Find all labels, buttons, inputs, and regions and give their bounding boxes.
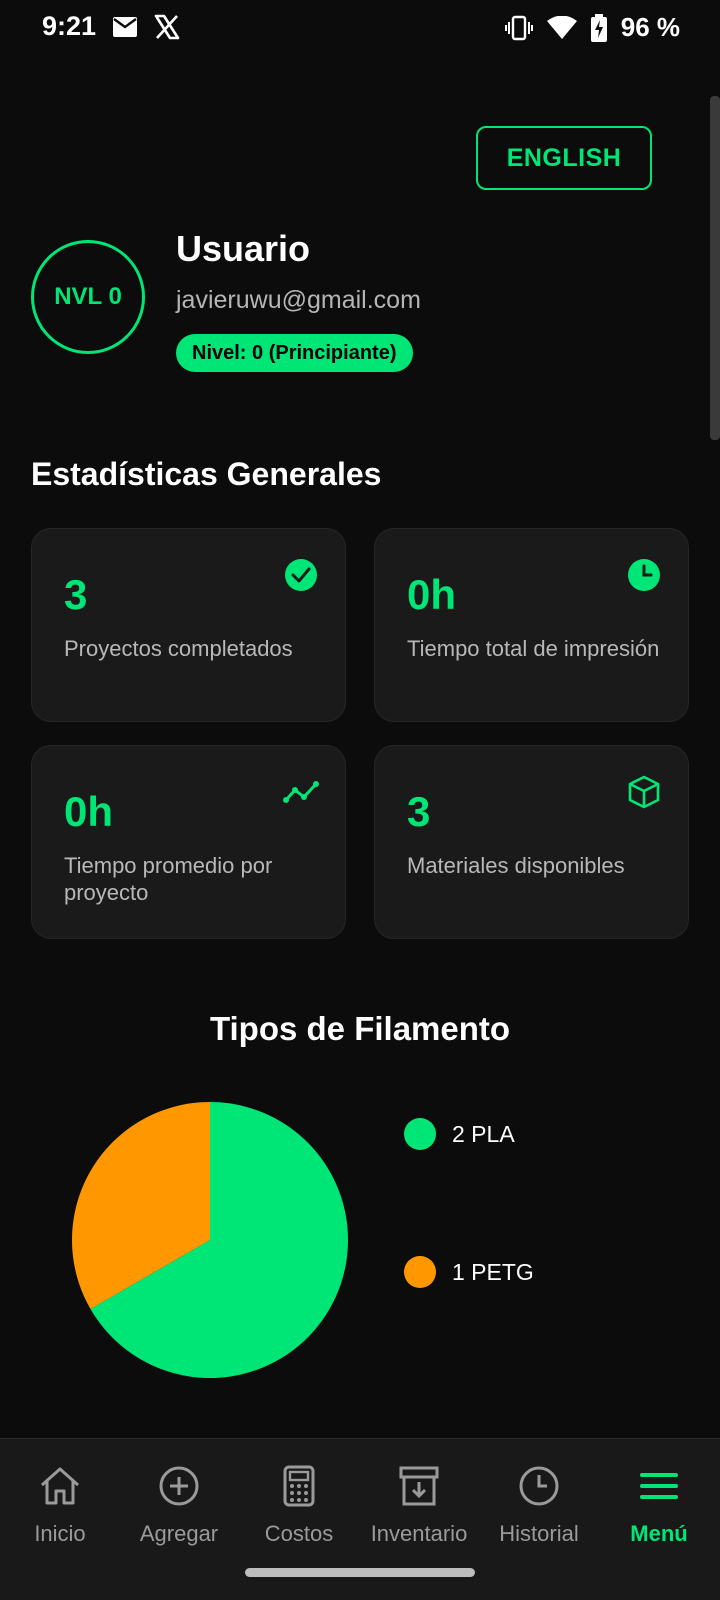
nav-item-inicio[interactable]: Inicio [0,1461,120,1571]
user-name: Usuario [176,228,311,269]
battery-percent: 96 % [620,12,680,42]
nav-label: Inventario [370,1521,468,1546]
stat-label: Tiempo promedio por proyecto [64,853,273,905]
nav-item-agregar[interactable]: Agregar [119,1461,239,1571]
stat-value: 0h [64,788,114,835]
stat-card-print-time: 0h Tiempo total de impresión [374,528,689,722]
legend-item-pla: 2 PLA [404,1118,515,1150]
nav-item-menu[interactable]: Menú [599,1461,719,1571]
filament-pie-chart [72,1102,348,1378]
calculator-icon [283,1465,315,1507]
stats-section-title: Estadísticas Generales [31,456,382,492]
nav-item-inventario[interactable]: Inventario [359,1461,479,1571]
wifi-icon [546,15,577,39]
nav-label: Inicio [34,1521,86,1546]
level-badge: Nivel: 0 (Principiante) [176,334,413,372]
nav-label: Menú [630,1521,688,1546]
language-button[interactable]: ENGLISH [476,126,652,190]
stat-value: 3 [64,571,88,618]
status-time: 9:21 [42,11,97,41]
level-ring: NVL 0 [31,240,145,354]
legend-dot-petg [404,1256,436,1288]
status-bar: 9:21 96 % [0,0,720,56]
archive-icon [399,1466,439,1506]
user-email: javieruwu@gmail.com [176,286,421,314]
legend-dot-pla [404,1118,436,1150]
stat-value: 0h [407,571,457,618]
stat-label: Tiempo total de impresión [407,636,660,661]
nav-item-historial[interactable]: Historial [479,1461,599,1571]
stat-card-average-time: 0h Tiempo promedio por proyecto [31,745,346,939]
scrollbar-thumb[interactable] [710,96,720,440]
battery-charging-icon [590,13,607,42]
mail-icon [113,17,137,37]
cube-icon [628,775,660,809]
nav-label: Historial [499,1521,579,1546]
menu-icon [640,1473,678,1499]
add-circle-icon [159,1466,199,1506]
stat-card-materials: 3 Materiales disponibles [374,745,689,939]
legend-label: 1 PETG [452,1258,534,1285]
nav-item-costos[interactable]: Costos [239,1461,359,1571]
legend-label: 2 PLA [452,1120,515,1147]
home-icon [41,1467,79,1505]
trend-line-icon [283,781,319,803]
clock-icon [628,559,660,591]
x-icon [154,14,180,40]
stat-card-projects: 3 Proyectos completados [31,528,346,722]
home-indicator[interactable] [245,1568,475,1577]
history-clock-icon [519,1466,559,1506]
stat-label: Proyectos completados [64,636,293,661]
chart-title: Tipos de Filamento [209,1010,511,1047]
stat-value: 3 [407,788,431,835]
vibrate-icon [504,15,533,40]
check-circle-icon [285,559,317,591]
legend-item-petg: 1 PETG [404,1256,534,1288]
nav-label: Costos [264,1521,334,1546]
stat-label: Materiales disponibles [407,853,625,878]
nav-label: Agregar [139,1521,219,1546]
